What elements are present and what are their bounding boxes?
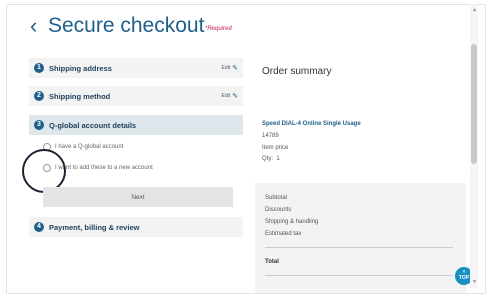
order-summary-title: Order summary bbox=[262, 66, 332, 77]
step-label: Q-global account details bbox=[49, 120, 137, 130]
product-code: 14789 bbox=[262, 133, 279, 139]
step-number: 3 bbox=[34, 120, 44, 130]
pencil-icon: ✎ bbox=[232, 93, 238, 100]
totals-panel: Subtotal Discounts Shipping & handling E… bbox=[255, 183, 466, 293]
step-label: Shipping method bbox=[49, 91, 111, 101]
divider bbox=[265, 247, 453, 248]
edit-label: Edit bbox=[221, 65, 231, 71]
next-button[interactable]: Next bbox=[43, 187, 233, 207]
scroll-thumb[interactable] bbox=[471, 44, 477, 164]
pencil-icon: ✎ bbox=[232, 65, 238, 72]
edit-button[interactable]: Edit ✎ bbox=[222, 64, 239, 72]
divider bbox=[265, 275, 453, 276]
edit-button[interactable]: Edit ✎ bbox=[222, 92, 239, 100]
page-title: Secure checkout bbox=[48, 14, 205, 37]
product-name-link[interactable]: Speed DIAL-4 Online Single Usage bbox=[262, 121, 361, 127]
step-number: 4 bbox=[34, 222, 44, 232]
step-number: 2 bbox=[34, 91, 44, 101]
step-label: Payment, billing & review bbox=[49, 222, 140, 232]
estimated-tax-label: Estimated tax bbox=[265, 231, 302, 237]
scroll-up-icon[interactable]: ▲ bbox=[472, 7, 477, 13]
checkout-frame: ‹ Secure checkout *Required 1 Shipping a… bbox=[6, 4, 486, 294]
top-label: TOP bbox=[458, 275, 470, 281]
vertical-scrollbar[interactable]: ▲ ▼ bbox=[470, 4, 478, 288]
step-qglobal-account[interactable]: 3 Q-global account details bbox=[29, 115, 243, 135]
step-shipping-method[interactable]: 2 Shipping method Edit ✎ bbox=[29, 86, 243, 106]
subtotal-label: Subtotal bbox=[265, 195, 288, 201]
item-price-label: Item price bbox=[262, 145, 289, 151]
discounts-label: Discounts bbox=[265, 207, 292, 213]
step-number: 1 bbox=[34, 63, 44, 73]
step-label: Shipping address bbox=[49, 63, 112, 73]
option-label: I have a Q-global account bbox=[55, 144, 124, 150]
shipping-handling-label: Shipping & handling bbox=[265, 219, 319, 225]
scroll-down-icon[interactable]: ▼ bbox=[472, 279, 477, 285]
required-note: *Required bbox=[205, 26, 232, 32]
chevron-left-icon[interactable]: ‹ bbox=[30, 14, 37, 38]
qty-value: 1 bbox=[276, 156, 280, 162]
edit-label: Edit bbox=[221, 93, 231, 99]
quantity: Qty: 1 bbox=[262, 156, 280, 162]
option-label: I want to add these to a new account bbox=[55, 165, 153, 171]
step-shipping-address[interactable]: 1 Shipping address Edit ✎ bbox=[29, 58, 243, 78]
step-payment-billing-review[interactable]: 4 Payment, billing & review bbox=[29, 217, 243, 237]
option-existing-account[interactable]: I have a Q-global account bbox=[43, 143, 123, 151]
qty-label: Qty: bbox=[262, 156, 274, 162]
total-label: Total bbox=[265, 259, 279, 265]
